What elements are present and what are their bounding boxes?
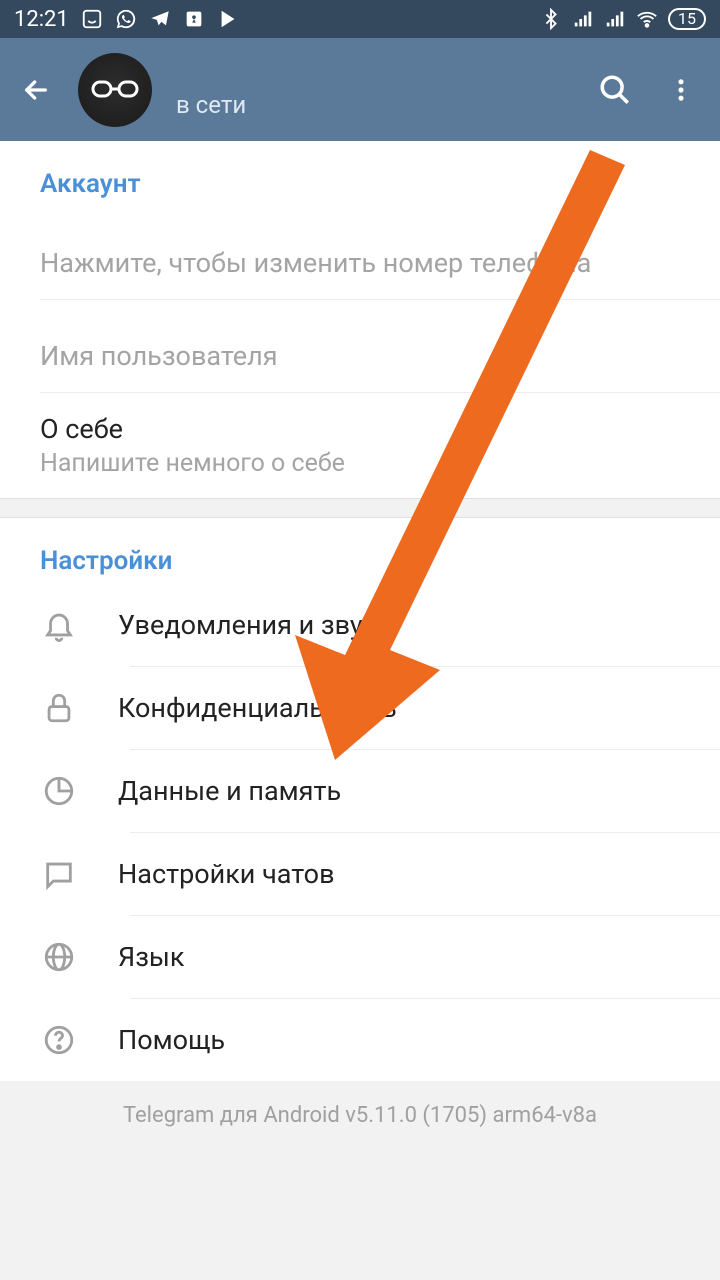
bell-icon	[40, 606, 78, 644]
username-row[interactable]: Имя пользователя	[0, 300, 720, 392]
maps-icon	[183, 8, 205, 30]
sunglasses-icon	[91, 75, 139, 105]
pie-icon	[40, 772, 78, 810]
settings-item-chats[interactable]: Настройки чатов	[0, 833, 720, 915]
status-bar: 12:21 15	[0, 0, 720, 38]
settings-item-label: Язык	[118, 941, 184, 973]
settings-item-help[interactable]: Помощь	[0, 999, 720, 1081]
bio-row[interactable]: О себе Напишите немного о себе	[0, 393, 720, 498]
chat-icon	[40, 855, 78, 893]
bio-hint: Напишите немного о себе	[40, 449, 680, 478]
play-store-icon	[217, 8, 239, 30]
settings-item-label: Данные и память	[118, 775, 341, 807]
phone-row[interactable]: Нажмите, чтобы изменить номер телефона	[0, 207, 720, 299]
settings-item-label: Настройки чатов	[118, 858, 335, 890]
more-menu-button[interactable]	[660, 69, 702, 111]
bluetooth-icon	[540, 8, 562, 30]
settings-section: Настройки Уведомления и звук Конфиденциа…	[0, 518, 720, 1081]
wifi-icon	[636, 8, 658, 30]
settings-item-notifications[interactable]: Уведомления и звук	[0, 584, 720, 666]
telegram-icon	[149, 8, 171, 30]
signal1-icon	[572, 8, 594, 30]
back-button[interactable]	[18, 72, 54, 108]
online-status: в сети	[176, 91, 246, 119]
settings-item-privacy[interactable]: Конфиденциальность	[0, 667, 720, 749]
globe-icon	[40, 938, 78, 976]
help-icon	[40, 1021, 78, 1059]
whatsapp-icon	[115, 8, 137, 30]
status-time: 12:21	[14, 7, 69, 32]
avatar[interactable]	[78, 53, 152, 127]
account-section: Аккаунт Нажмите, чтобы изменить номер те…	[0, 141, 720, 498]
version-footer: Telegram для Android v5.11.0 (1705) arm6…	[0, 1081, 720, 1150]
section-gap	[0, 498, 720, 518]
account-section-title: Аккаунт	[0, 141, 720, 207]
app-header: в сети	[0, 38, 720, 141]
settings-item-language[interactable]: Язык	[0, 916, 720, 998]
settings-section-title: Настройки	[0, 518, 720, 584]
smile-icon	[81, 8, 103, 30]
search-button[interactable]	[594, 69, 636, 111]
status-left: 12:21	[14, 7, 239, 32]
signal2-icon	[604, 8, 626, 30]
battery-indicator: 15	[668, 8, 706, 30]
bio-label: О себе	[40, 413, 680, 445]
phone-hint: Нажмите, чтобы изменить номер телефона	[40, 247, 680, 279]
lock-icon	[40, 689, 78, 727]
settings-item-label: Конфиденциальность	[118, 692, 397, 724]
settings-item-data[interactable]: Данные и память	[0, 750, 720, 832]
status-right: 15	[540, 8, 706, 30]
settings-item-label: Уведомления и звук	[118, 609, 377, 641]
settings-item-label: Помощь	[118, 1024, 225, 1056]
username-label: Имя пользователя	[40, 340, 680, 372]
